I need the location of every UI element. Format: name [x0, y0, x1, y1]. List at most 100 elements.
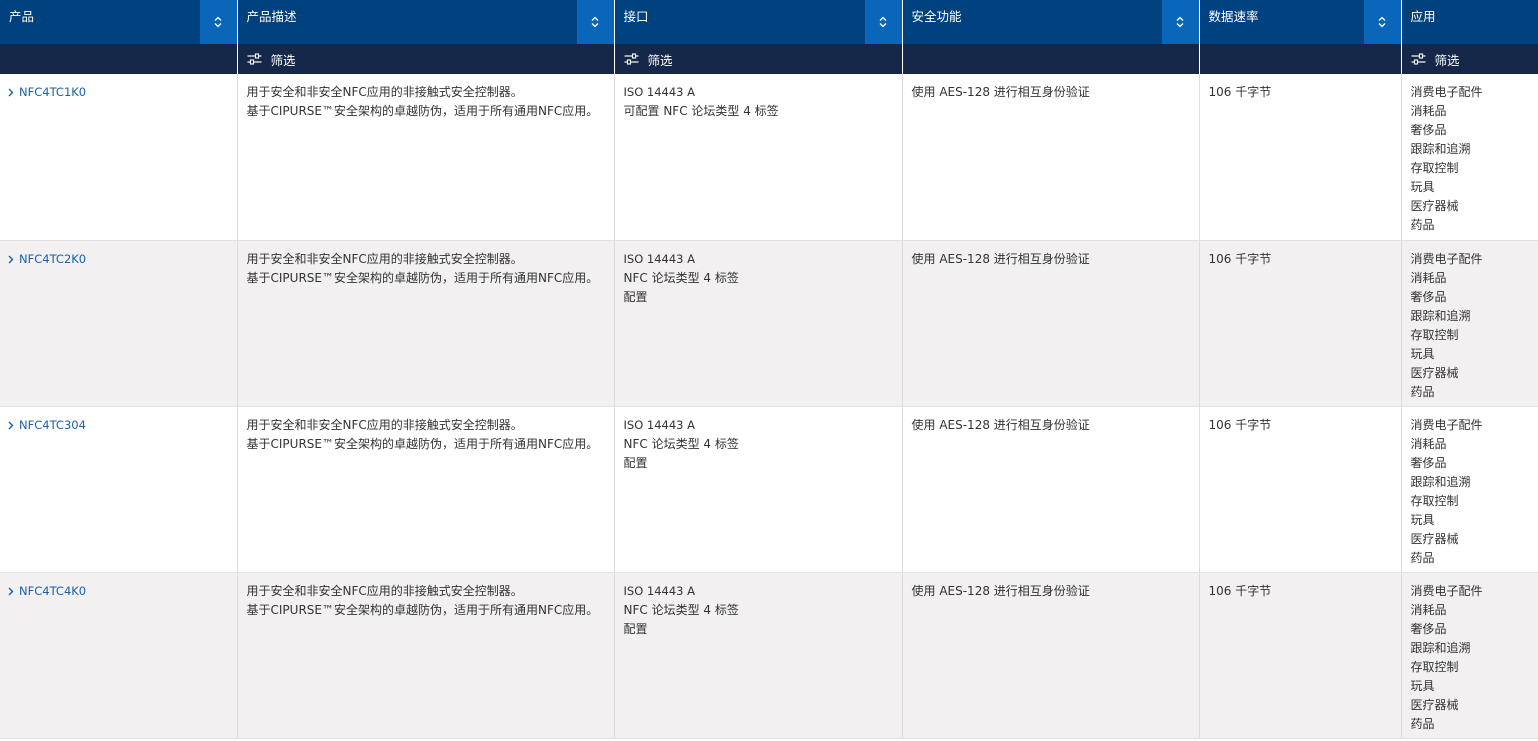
product-link[interactable]: NFC4TC304: [8, 416, 86, 435]
cell-security: 使用 AES-128 进行相互身份验证: [901, 406, 1199, 573]
sort-button-product[interactable]: [199, 0, 237, 44]
application-item: 跟踪和追溯: [1410, 474, 1471, 489]
product-name: NFC4TC1K0: [19, 85, 87, 99]
product-link[interactable]: NFC4TC4K0: [8, 582, 87, 601]
cell-product: NFC4TC4K0: [0, 572, 237, 739]
data-rate-text: 106 千字节: [1208, 251, 1272, 266]
application-item: 玩具: [1410, 346, 1435, 361]
sliders-icon: [624, 53, 638, 65]
application-item: 奢侈品: [1410, 123, 1447, 137]
interface-line: ISO 14443 A: [623, 417, 696, 432]
cell-applications: 消费电子配件 消耗品 奢侈品 跟踪和追溯 存取控制 玩具 医疗器械 药品: [1400, 74, 1538, 241]
column-header-security: 安全功能: [901, 0, 1199, 44]
data-rate-text: 106 千字节: [1208, 583, 1272, 598]
column-header-interface: 接口: [613, 0, 902, 44]
cell-security: 使用 AES-128 进行相互身份验证: [901, 572, 1199, 739]
sort-up-down-icon: [214, 16, 222, 28]
table-row: NFC4TC2K0 用于安全和非安全NFC应用的非接触式安全控制器。 基于CIP…: [0, 240, 1538, 407]
description-line: 基于CIPURSE™安全架构的卓越防伪，适用于所有通用NFC应用。: [246, 602, 599, 617]
application-item: 跟踪和追溯: [1410, 308, 1471, 323]
chevron-right-icon: [8, 421, 14, 429]
application-item: 奢侈品: [1410, 455, 1447, 470]
application-item: 存取控制: [1410, 493, 1459, 508]
application-item: 医疗器械: [1410, 531, 1459, 546]
application-item: 存取控制: [1410, 327, 1459, 342]
column-header-label: 应用: [1410, 9, 1436, 24]
application-item: 奢侈品: [1410, 289, 1447, 304]
product-name: NFC4TC304: [19, 417, 86, 432]
application-item: 消费电子配件: [1410, 583, 1483, 598]
application-item: 消费电子配件: [1410, 85, 1483, 99]
data-rate-text: 106 千字节: [1208, 85, 1272, 99]
application-item: 医疗器械: [1410, 365, 1459, 380]
cell-interface: ISO 14443 A NFC 论坛类型 4 标签 配置: [613, 572, 902, 739]
cell-applications: 消费电子配件 消耗品 奢侈品 跟踪和追溯 存取控制 玩具 医疗器械 药品: [1400, 406, 1538, 573]
sliders-icon: [247, 53, 261, 65]
filter-cell-data-rate: [1198, 44, 1401, 74]
application-item: 玩具: [1410, 678, 1435, 693]
cell-applications: 消费电子配件 消耗品 奢侈品 跟踪和追溯 存取控制 玩具 医疗器械 药品: [1400, 240, 1538, 407]
description-line: 用于安全和非安全NFC应用的非接触式安全控制器。: [246, 251, 523, 266]
application-item: 消耗品: [1410, 104, 1447, 118]
description-line: 用于安全和非安全NFC应用的非接触式安全控制器。: [246, 417, 523, 432]
cell-description: 用于安全和非安全NFC应用的非接触式安全控制器。 基于CIPURSE™安全架构的…: [236, 406, 614, 573]
cell-description: 用于安全和非安全NFC应用的非接触式安全控制器。 基于CIPURSE™安全架构的…: [236, 240, 614, 407]
application-item: 玩具: [1410, 180, 1435, 194]
application-item: 消费电子配件: [1410, 417, 1483, 432]
interface-line: NFC 论坛类型 4 标签: [623, 436, 739, 451]
cell-description: 用于安全和非安全NFC应用的非接触式安全控制器。 基于CIPURSE™安全架构的…: [236, 74, 614, 241]
application-item: 玩具: [1410, 512, 1435, 527]
description-line: 基于CIPURSE™安全架构的卓越防伪，适用于所有通用NFC应用。: [246, 270, 599, 285]
cell-product: NFC4TC304: [0, 406, 237, 573]
product-table: 产品 产品描述 接口 安全功能 数据速率 应用 筛选 筛选 筛选 NFC4TC1…: [0, 0, 1538, 739]
product-link[interactable]: NFC4TC1K0: [8, 83, 87, 102]
column-header-label: 接口: [623, 9, 649, 24]
interface-line: 配置: [623, 621, 648, 636]
sliders-icon: [1411, 53, 1425, 65]
application-item: 医疗器械: [1410, 199, 1459, 213]
filter-label: 筛选: [647, 52, 673, 68]
column-header-label: 产品描述: [246, 9, 297, 24]
sort-button-security[interactable]: [1161, 0, 1199, 44]
interface-line: ISO 14443 A: [623, 583, 696, 598]
application-item: 药品: [1410, 716, 1435, 731]
application-item: 存取控制: [1410, 659, 1459, 674]
cell-data-rate: 106 千字节: [1198, 240, 1401, 407]
product-link[interactable]: NFC4TC2K0: [8, 250, 87, 269]
filter-button-description[interactable]: 筛选: [247, 50, 296, 69]
column-header-applications: 应用: [1400, 0, 1538, 44]
chevron-right-icon: [8, 88, 14, 97]
description-line: 用于安全和非安全NFC应用的非接触式安全控制器。: [246, 85, 523, 99]
sort-button-interface[interactable]: [864, 0, 902, 44]
column-header-label: 安全功能: [911, 9, 962, 24]
application-item: 消耗品: [1410, 270, 1447, 285]
sort-up-down-icon: [879, 16, 887, 28]
application-item: 医疗器械: [1410, 697, 1459, 712]
product-name: NFC4TC4K0: [19, 583, 87, 598]
header-row: 产品 产品描述 接口 安全功能 数据速率 应用: [0, 0, 1538, 44]
product-name: NFC4TC2K0: [19, 251, 87, 266]
filter-button-applications[interactable]: 筛选: [1411, 50, 1460, 69]
description-line: 基于CIPURSE™安全架构的卓越防伪，适用于所有通用NFC应用。: [246, 104, 599, 118]
application-item: 跟踪和追溯: [1410, 142, 1471, 156]
filter-button-interface[interactable]: 筛选: [624, 50, 673, 69]
interface-line: NFC 论坛类型 4 标签: [623, 602, 739, 617]
cell-data-rate: 106 千字节: [1198, 406, 1401, 573]
filter-cell-applications: 筛选: [1400, 44, 1538, 74]
filter-row: 筛选 筛选 筛选: [0, 44, 1538, 74]
sort-up-down-icon: [591, 16, 599, 28]
table-row: NFC4TC1K0 用于安全和非安全NFC应用的非接触式安全控制器。 基于CIP…: [0, 74, 1538, 241]
sort-button-description[interactable]: [576, 0, 614, 44]
application-item: 药品: [1410, 384, 1435, 399]
cell-interface: ISO 14443 A 可配置 NFC 论坛类型 4 标签: [613, 74, 902, 241]
cell-applications: 消费电子配件 消耗品 奢侈品 跟踪和追溯 存取控制 玩具 医疗器械 药品: [1400, 572, 1538, 739]
filter-cell-interface: 筛选: [613, 44, 902, 74]
cell-security: 使用 AES-128 进行相互身份验证: [901, 240, 1199, 407]
cell-security: 使用 AES-128 进行相互身份验证: [901, 74, 1199, 241]
column-header-data-rate: 数据速率: [1198, 0, 1401, 44]
filter-cell-product: [0, 44, 237, 74]
security-text: 使用 AES-128 进行相互身份验证: [911, 583, 1090, 598]
filter-cell-description: 筛选: [236, 44, 614, 74]
sort-button-data-rate[interactable]: [1363, 0, 1401, 44]
application-item: 消耗品: [1410, 436, 1447, 451]
